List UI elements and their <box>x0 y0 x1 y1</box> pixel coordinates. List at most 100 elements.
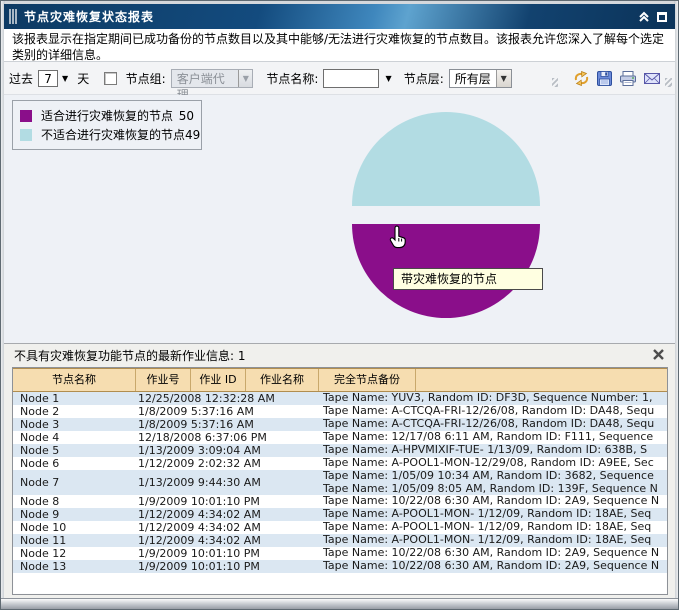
table-row[interactable]: Node 1 12/25/2008 12:32:28 AM Tape Name:… <box>13 392 667 405</box>
pie-tooltip: 带灾难恢复的节点 <box>393 268 543 290</box>
cell-backup-time: 1/9/2009 10:01:10 PM <box>138 495 323 508</box>
node-group-checkbox[interactable] <box>104 72 116 85</box>
toolbar-end-grip <box>665 78 672 87</box>
table-row[interactable]: Node 12 1/9/2009 10:01:10 PM Tape Name: … <box>13 547 667 560</box>
cell-node-name: Node 7 <box>13 476 138 489</box>
refresh-icon <box>573 70 590 87</box>
table-row[interactable]: Node 2 1/8/2009 5:37:16 AM Tape Name: A-… <box>13 405 667 418</box>
print-button[interactable] <box>619 70 637 87</box>
cell-node-name: Node 1 <box>13 392 138 405</box>
title-bar[interactable]: 节点灾难恢复状态报表 <box>4 4 675 29</box>
table-row[interactable]: Node 3 1/8/2009 5:37:16 AM Tape Name: A-… <box>13 418 667 431</box>
past-label: 过去 <box>9 70 33 87</box>
table-row[interactable]: Node 8 1/9/2009 10:01:10 PM Tape Name: 1… <box>13 495 667 508</box>
cell-tape-info: Tape Name: 10/22/08 6:30 AM, Random ID: … <box>323 547 667 560</box>
pie-chart[interactable] <box>4 95 679 343</box>
col-header-job-id[interactable]: 作业 ID <box>191 369 246 391</box>
jobs-table: 节点名称 作业号 作业 ID 作业名称 完全节点备份 Node 1 12/25/… <box>12 367 668 595</box>
days-input[interactable]: 7 <box>38 70 58 87</box>
cell-backup-time: 1/12/2009 4:34:02 AM <box>138 508 323 521</box>
cell-tape-info: Tape Name: 12/17/08 6:11 AM, Random ID: … <box>323 431 667 444</box>
cell-backup-time: 1/13/2009 3:09:04 AM <box>138 444 323 457</box>
cell-tape-info: Tape Name: 1/05/09 10:34 AM, Random ID: … <box>323 470 667 495</box>
table-row[interactable]: Node 13 1/9/2009 10:01:10 PM Tape Name: … <box>13 560 667 573</box>
cell-tape-info: Tape Name: A-CTCQA-FRI-12/26/08, Random … <box>323 418 667 431</box>
cell-backup-time: 12/18/2008 6:37:06 PM <box>138 431 323 444</box>
cell-backup-time: 12/25/2008 12:32:28 AM <box>138 392 323 405</box>
jobs-table-header: 节点名称 作业号 作业 ID 作业名称 完全节点备份 <box>13 368 667 392</box>
collapse-button[interactable] <box>638 11 650 23</box>
chart-area: 适合进行灾难恢复的节点 50 不适合进行灾难恢复的节点 49 带灾难恢复的节点 <box>4 95 675 343</box>
cursor-hand-icon <box>388 225 408 250</box>
jobs-panel-header: 不具有灾难恢复功能节点的最新作业信息: 1 <box>4 344 675 367</box>
node-name-input[interactable] <box>323 69 378 88</box>
cell-backup-time: 1/12/2009 4:34:02 AM <box>138 521 323 534</box>
maximize-button[interactable] <box>657 12 667 22</box>
report-window: 节点灾难恢复状态报表 该报表显示在指定期间已成功备份的节点数目以及其中能够/无法… <box>0 0 679 610</box>
cell-tape-info: Tape Name: 10/22/08 6:30 AM, Random ID: … <box>323 560 667 573</box>
col-header-full-backup[interactable]: 完全节点备份 <box>319 369 416 391</box>
filter-toolbar: 过去 7 ▼ 天 节点组: 客户端代理 ▼ 节点名称: ▼ 节点层: 所有层 ▼ <box>4 62 675 95</box>
cell-node-name: Node 12 <box>13 547 138 560</box>
email-button[interactable] <box>643 71 661 86</box>
email-icon <box>643 71 661 86</box>
cell-backup-time: 1/9/2009 10:01:10 PM <box>138 560 323 573</box>
cell-tape-info: Tape Name: YUV3, Random ID: DF3D, Sequen… <box>323 392 667 405</box>
days-dropdown-arrow-icon[interactable]: ▼ <box>62 74 68 83</box>
node-tier-select[interactable]: 所有层 ▼ <box>449 69 512 88</box>
node-group-select: 客户端代理 ▼ <box>171 69 254 88</box>
refresh-button[interactable] <box>573 70 590 87</box>
table-row[interactable]: Node 10 1/12/2009 4:34:02 AM Tape Name: … <box>13 521 667 534</box>
report-description: 该报表显示在指定期间已成功备份的节点数目以及其中能够/无法进行灾难恢复的节点数目… <box>4 29 675 62</box>
table-row[interactable]: Node 7 1/13/2009 9:44:30 AM Tape Name: 1… <box>13 470 667 495</box>
col-header-extra <box>416 369 667 391</box>
save-icon <box>596 70 613 87</box>
pie-slice-incapable[interactable] <box>352 112 540 206</box>
node-tier-label: 节点层: <box>404 70 444 87</box>
cell-node-name: Node 4 <box>13 431 138 444</box>
cell-node-name: Node 10 <box>13 521 138 534</box>
drag-grip-icon[interactable] <box>9 9 18 24</box>
cell-backup-time: 1/12/2009 4:34:02 AM <box>138 534 323 547</box>
col-header-job-name[interactable]: 作业名称 <box>246 369 319 391</box>
col-header-node-name[interactable]: 节点名称 <box>13 369 136 391</box>
jobs-panel-title: 不具有灾难恢复功能节点的最新作业信息: 1 <box>14 347 246 364</box>
cell-backup-time: 1/13/2009 9:44:30 AM <box>138 476 323 489</box>
cell-node-name: Node 11 <box>13 534 138 547</box>
table-row[interactable]: Node 4 12/18/2008 6:37:06 PM Tape Name: … <box>13 431 667 444</box>
page-title: 节点灾难恢复状态报表 <box>24 8 154 25</box>
chevron-up-double-icon <box>638 11 650 23</box>
cell-backup-time: 1/8/2009 5:37:16 AM <box>138 405 323 418</box>
table-row[interactable]: Node 5 1/13/2009 3:09:04 AM Tape Name: A… <box>13 444 667 457</box>
cell-node-name: Node 2 <box>13 405 138 418</box>
node-name-dropdown-arrow-icon[interactable]: ▼ <box>386 74 392 83</box>
close-button[interactable] <box>652 348 665 364</box>
window-frame-bottom <box>1 598 678 609</box>
node-group-dropdown-arrow-icon: ▼ <box>238 70 252 87</box>
close-icon <box>652 348 665 361</box>
cell-backup-time: 1/12/2009 2:02:32 AM <box>138 457 323 470</box>
table-row[interactable]: Node 11 1/12/2009 4:34:02 AM Tape Name: … <box>13 534 667 547</box>
cell-node-name: Node 8 <box>13 495 138 508</box>
node-name-label: 节点名称: <box>266 70 318 87</box>
col-header-job-no[interactable]: 作业号 <box>136 369 191 391</box>
cell-node-name: Node 13 <box>13 560 138 573</box>
table-row[interactable]: Node 9 1/12/2009 4:34:02 AM Tape Name: A… <box>13 508 667 521</box>
cell-backup-time: 1/9/2009 10:01:10 PM <box>138 547 323 560</box>
table-row[interactable]: Node 6 1/12/2009 2:02:32 AM Tape Name: A… <box>13 457 667 470</box>
cell-node-name: Node 3 <box>13 418 138 431</box>
node-tier-dropdown-arrow-icon: ▼ <box>496 70 511 87</box>
save-button[interactable] <box>596 70 613 87</box>
cell-tape-info: Tape Name: A-POOL1-MON- 1/12/09, Random … <box>323 508 667 521</box>
job-table-body: Node 1 12/25/2008 12:32:28 AM Tape Name:… <box>13 392 667 573</box>
jobs-panel: 不具有灾难恢复功能节点的最新作业信息: 1 节点名称 作业号 作业 ID 作业名… <box>4 343 675 599</box>
node-group-label: 节点组: <box>126 70 166 87</box>
print-icon <box>619 70 637 87</box>
toolbar-section-grip <box>552 78 559 87</box>
cell-tape-info: Tape Name: A-POOL1-MON-12/29/08, Random … <box>323 457 667 470</box>
cell-tape-info: Tape Name: A-CTCQA-FRI-12/26/08, Random … <box>323 405 667 418</box>
days-unit-label: 天 <box>77 70 89 87</box>
cell-tape-info: Tape Name: 10/22/08 6:30 AM, Random ID: … <box>323 495 667 508</box>
cell-node-name: Node 5 <box>13 444 138 457</box>
cell-backup-time: 1/8/2009 5:37:16 AM <box>138 418 323 431</box>
